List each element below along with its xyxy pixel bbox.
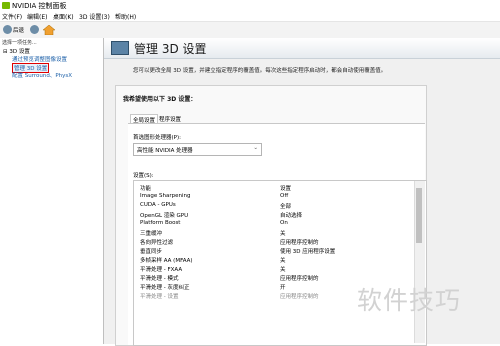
tree-item-adjust-image[interactable]: 通过预览调整图像设置 — [12, 55, 67, 63]
back-arrow-icon[interactable] — [3, 25, 12, 34]
table-row[interactable]: CUDA - GPUs 全部 — [137, 202, 413, 210]
watermark: 软件技巧 — [357, 286, 462, 315]
preferred-gpu-label: 首选图形处理器(P): — [133, 135, 181, 141]
nvidia-logo-icon — [2, 2, 10, 9]
preferred-gpu-value: 高性能 NVIDIA 处理器 — [137, 148, 193, 154]
table-row[interactable]: 垂直同步 使用 3D 应用程序设置 — [137, 247, 413, 255]
table-row[interactable]: Image Sharpening Off — [137, 193, 413, 201]
collapse-icon[interactable]: ⊟ — [3, 49, 8, 55]
scrollbar-thumb[interactable] — [416, 188, 422, 243]
settings-table: 功能 设置 Image Sharpening Off CUDA - GPUs 全部 … — [133, 180, 427, 346]
task-pane-label: 选择一项任务... — [2, 40, 37, 46]
preferred-gpu-select[interactable]: 高性能 NVIDIA 处理器 ⌄ — [133, 143, 262, 156]
toolbar: 后退 — [0, 22, 500, 39]
header-setting: 设置 — [280, 186, 292, 192]
task-pane — [0, 38, 104, 344]
page-description: 您可以更改全局 3D 设置，并建立指定程序的覆盖值。每次这些指定程序启动时，都会… — [133, 68, 387, 74]
tree-item-surround-physx[interactable]: 配置 Surround、PhysX — [12, 71, 72, 79]
table-row[interactable]: 三重缓冲关 — [137, 229, 413, 237]
window-title: NVIDIA 控制面板 — [12, 2, 67, 10]
forward-arrow-icon[interactable] — [30, 25, 39, 34]
back-button-label[interactable]: 后退 — [13, 26, 24, 34]
table-row[interactable]: 平滑处理 - FXAA 关 — [137, 265, 413, 273]
menu-3d-settings[interactable]: 3D 设置(3) — [79, 12, 110, 21]
menu-file[interactable]: 文件(F) — [2, 12, 22, 21]
monitor-3d-icon — [111, 41, 129, 55]
home-icon[interactable] — [43, 25, 55, 35]
menu-edit[interactable]: 编辑(E) — [27, 12, 47, 21]
table-row[interactable]: 多帧采样 AA (MFAA) 关 — [137, 256, 413, 264]
settings-label: 设置(S): — [133, 173, 154, 179]
table-row[interactable]: Platform Boost On — [137, 220, 413, 228]
header-feature: 功能 — [140, 186, 152, 192]
table-header: 功能 设置 — [137, 184, 413, 192]
table-row[interactable]: 各向异性过滤 应用程序控制的 — [137, 238, 413, 246]
page-title: 管理 3D 设置 — [134, 42, 207, 56]
title-bar: NVIDIA 控制面板 — [0, 0, 500, 11]
chevron-down-icon: ⌄ — [253, 145, 258, 151]
section-title: 我希望使用以下 3D 设置： — [123, 96, 197, 103]
menu-desktop[interactable]: 桌面(K) — [53, 12, 74, 21]
tree-group-3d-settings[interactable]: ⊟ 3D 设置 — [3, 47, 30, 55]
table-row[interactable]: OpenGL 渲染 GPU 自动选择 — [137, 211, 413, 219]
menu-bar: 文件(F) 编辑(E) 桌面(K) 3D 设置(3) 帮助(H) — [0, 11, 500, 22]
menu-help[interactable]: 帮助(H) — [115, 12, 136, 21]
